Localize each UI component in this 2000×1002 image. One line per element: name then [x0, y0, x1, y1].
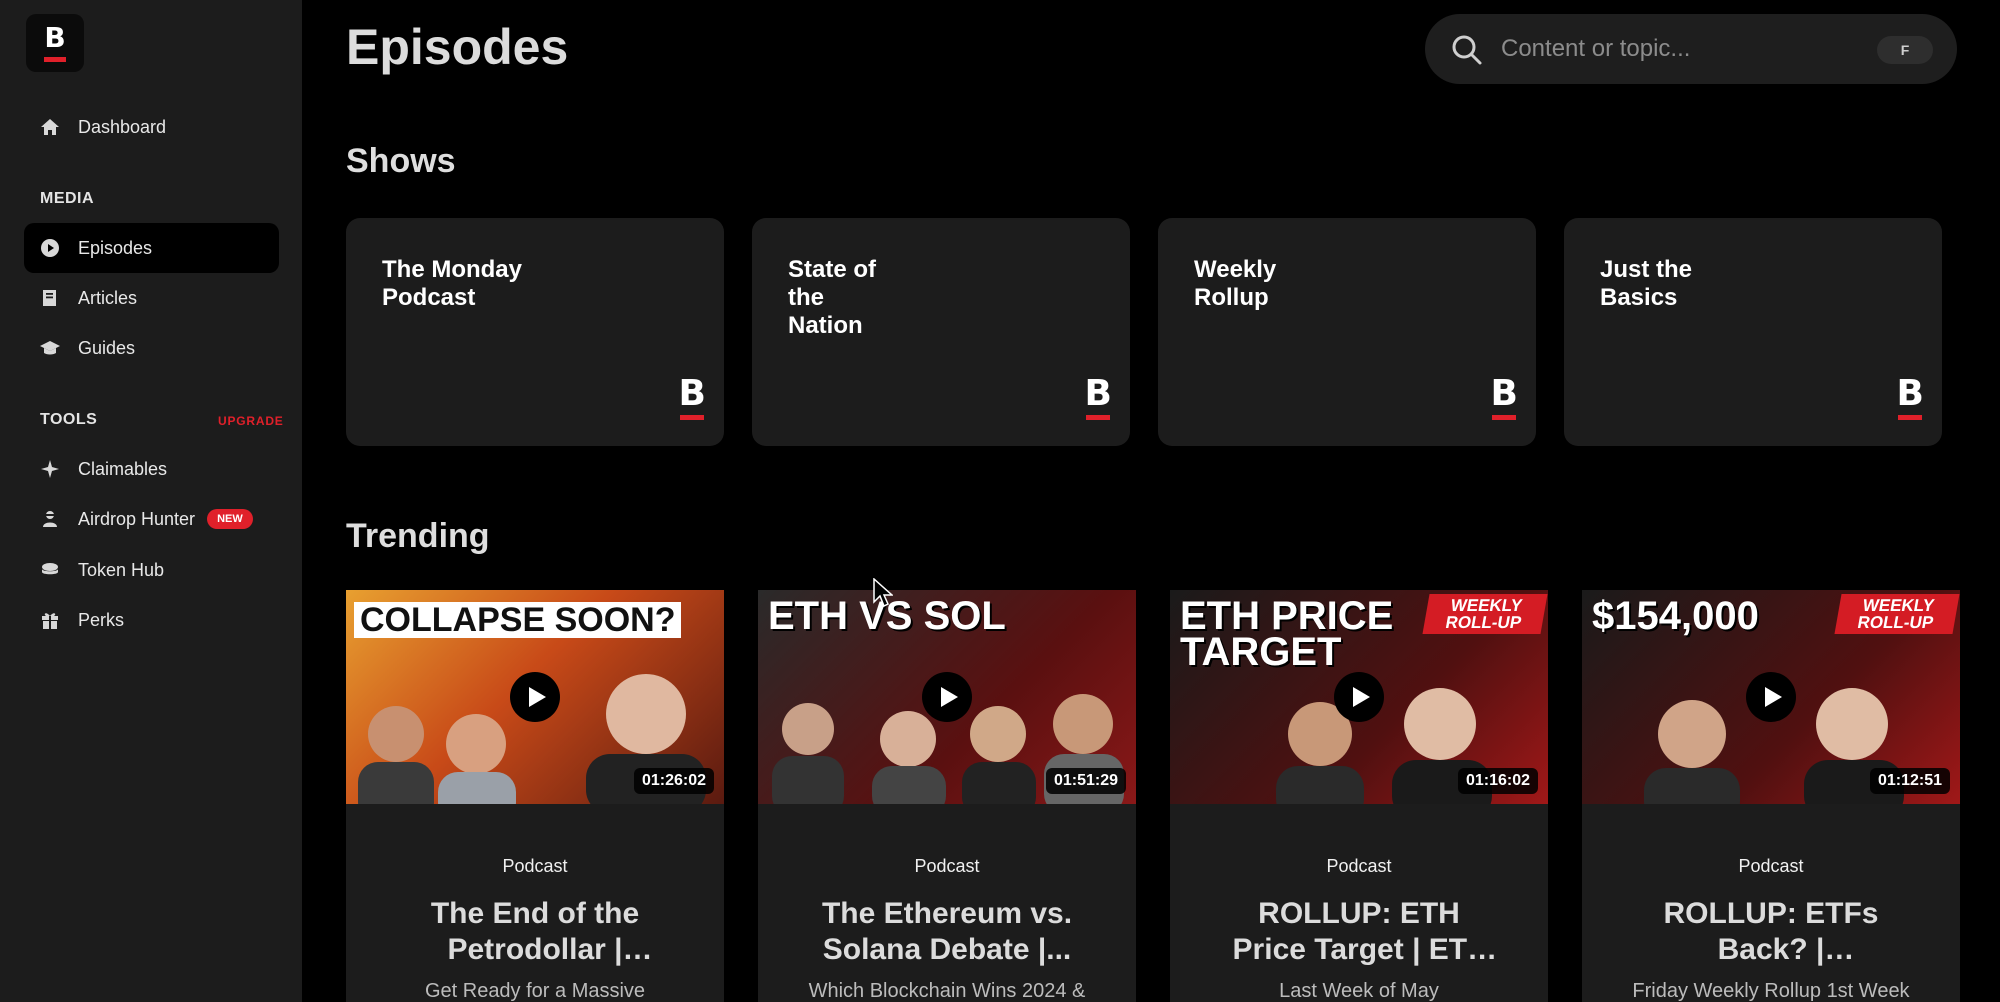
episode-thumbnail[interactable]: $154,000 WEEKLY ROLL-UP 01:12:51 [1582, 590, 1960, 804]
weekly-rollup-tag: WEEKLY ROLL-UP [1422, 594, 1548, 634]
episode-description: Which Blockchain Wins 2024 & [808, 980, 1086, 1002]
coins-icon [40, 560, 60, 580]
mouse-cursor-icon [873, 578, 893, 608]
play-button[interactable] [922, 672, 972, 722]
episode-duration: 01:26:02 [633, 768, 714, 794]
episode-title[interactable]: The End of the Petrodollar | Luke... [396, 896, 674, 968]
play-circle-icon [40, 238, 60, 258]
home-icon [40, 117, 60, 137]
new-badge: NEW [207, 509, 253, 529]
play-icon [529, 687, 546, 707]
sidebar-item-label: Dashboard [78, 116, 167, 137]
episode-title[interactable]: ROLLUP: ETFs Back? | Robinhood... [1632, 896, 1910, 968]
show-mark-letter: B [678, 373, 706, 414]
episode-category: Podcast [502, 856, 568, 876]
sidebar: B Dashboard MEDIA Episodes Articles Guid… [0, 0, 302, 1002]
page-title: Episodes [346, 19, 569, 75]
shows-heading: Shows [346, 142, 456, 180]
show-mark-letter: B [1896, 373, 1924, 414]
episode-description: Get Ready for a Massive [424, 980, 646, 1002]
weekly-rollup-tag: WEEKLY ROLL-UP [1834, 594, 1960, 634]
show-brand-mark: B [1896, 373, 1924, 420]
show-brand-mark: B [1084, 373, 1112, 420]
episode-thumbnail[interactable]: ETH PRICE TARGET WEEKLY ROLL-UP 01:16:02 [1170, 590, 1548, 804]
trending-heading: Trending [346, 517, 490, 555]
graduation-cap-icon [40, 338, 60, 358]
show-card[interactable]: The Monday Podcast B [346, 218, 724, 446]
sidebar-item-label: Guides [78, 337, 136, 358]
show-name: Just the Basics [1600, 256, 1693, 311]
sidebar-item-claimables[interactable]: Claimables [24, 444, 279, 494]
upgrade-link[interactable]: UPGRADE [218, 414, 284, 428]
episode-description: Friday Weekly Rollup 1st Week [1632, 980, 1910, 1002]
episode-duration: 01:12:51 [1869, 768, 1950, 794]
show-card[interactable]: State of the Nation B [752, 218, 1130, 446]
media-heading: MEDIA [40, 190, 95, 207]
thumbnail-text: $154,000 [1592, 594, 1759, 638]
show-brand-mark: B [678, 373, 706, 420]
episode-category: Podcast [914, 856, 980, 876]
episode-thumbnail[interactable]: ETH VS SOL 01:51:29 [758, 590, 1136, 804]
search-bar[interactable]: F [1425, 14, 1957, 84]
show-brand-mark: B [1490, 373, 1518, 420]
episode-card[interactable]: ETH PRICE TARGET WEEKLY ROLL-UP 01:16:02… [1170, 590, 1548, 1002]
sidebar-item-dashboard[interactable]: Dashboard [24, 102, 279, 152]
search-shortcut-key: F [1877, 36, 1933, 64]
thumbnail-text: ETH PRICE TARGET [1180, 594, 1394, 674]
episode-card[interactable]: ETH VS SOL 01:51:29 Podcast The Ethereum… [758, 590, 1136, 1002]
sidebar-item-perks[interactable]: Perks [24, 595, 279, 645]
play-icon [1765, 687, 1782, 707]
episode-duration: 01:51:29 [1045, 768, 1126, 794]
sidebar-item-label: Articles [78, 287, 138, 308]
sidebar-item-airdrop-hunter[interactable]: Airdrop Hunter NEW [24, 494, 279, 544]
sidebar-item-label: Airdrop Hunter [78, 508, 196, 529]
play-icon [941, 687, 958, 707]
episode-title[interactable]: The Ethereum vs. Solana Debate |... [808, 896, 1086, 968]
show-name: Weekly Rollup [1194, 256, 1277, 311]
book-icon [40, 288, 60, 308]
episode-category: Podcast [1738, 856, 1804, 876]
show-card[interactable]: Weekly Rollup B [1158, 218, 1536, 446]
episode-card[interactable]: $154,000 WEEKLY ROLL-UP 01:12:51 Podcast… [1582, 590, 1960, 1002]
play-icon [1353, 687, 1370, 707]
sidebar-item-label: Episodes [78, 237, 153, 258]
episode-card[interactable]: COLLAPSE SOON? 01:26:02 Podcast The End … [346, 590, 724, 1002]
brand-logo[interactable]: B [26, 14, 84, 72]
episode-thumbnail[interactable]: COLLAPSE SOON? 01:26:02 [346, 590, 724, 804]
play-button[interactable] [1334, 672, 1384, 722]
sidebar-item-token-hub[interactable]: Token Hub [24, 545, 279, 595]
sparkle-icon [40, 459, 60, 479]
gift-icon [40, 610, 60, 630]
episode-duration: 01:16:02 [1457, 768, 1538, 794]
sidebar-item-articles[interactable]: Articles [24, 273, 279, 323]
logo-underline [44, 57, 66, 62]
show-card[interactable]: Just the Basics B [1564, 218, 1942, 446]
show-name: State of the Nation [788, 256, 877, 339]
hunter-icon [40, 509, 60, 529]
sidebar-item-label: Token Hub [78, 559, 165, 580]
sidebar-item-episodes[interactable]: Episodes [24, 223, 279, 273]
thumbnail-text: COLLAPSE SOON? [354, 602, 682, 638]
search-icon [1451, 34, 1483, 66]
search-input[interactable] [1499, 30, 1859, 68]
show-mark-letter: B [1084, 373, 1112, 414]
show-mark-letter: B [1490, 373, 1518, 414]
play-button[interactable] [510, 672, 560, 722]
tools-heading: TOOLS [40, 411, 98, 428]
show-name: The Monday Podcast [382, 256, 523, 311]
sidebar-item-label: Claimables [78, 458, 168, 479]
play-button[interactable] [1746, 672, 1796, 722]
sidebar-item-label: Perks [78, 609, 125, 630]
episode-category: Podcast [1326, 856, 1392, 876]
episode-title[interactable]: ROLLUP: ETH Price Target | ETF Launc... [1220, 896, 1498, 968]
episode-description: Last Week of May [1279, 980, 1439, 1002]
sidebar-item-guides[interactable]: Guides [24, 323, 279, 373]
logo-letter: B [44, 21, 66, 54]
